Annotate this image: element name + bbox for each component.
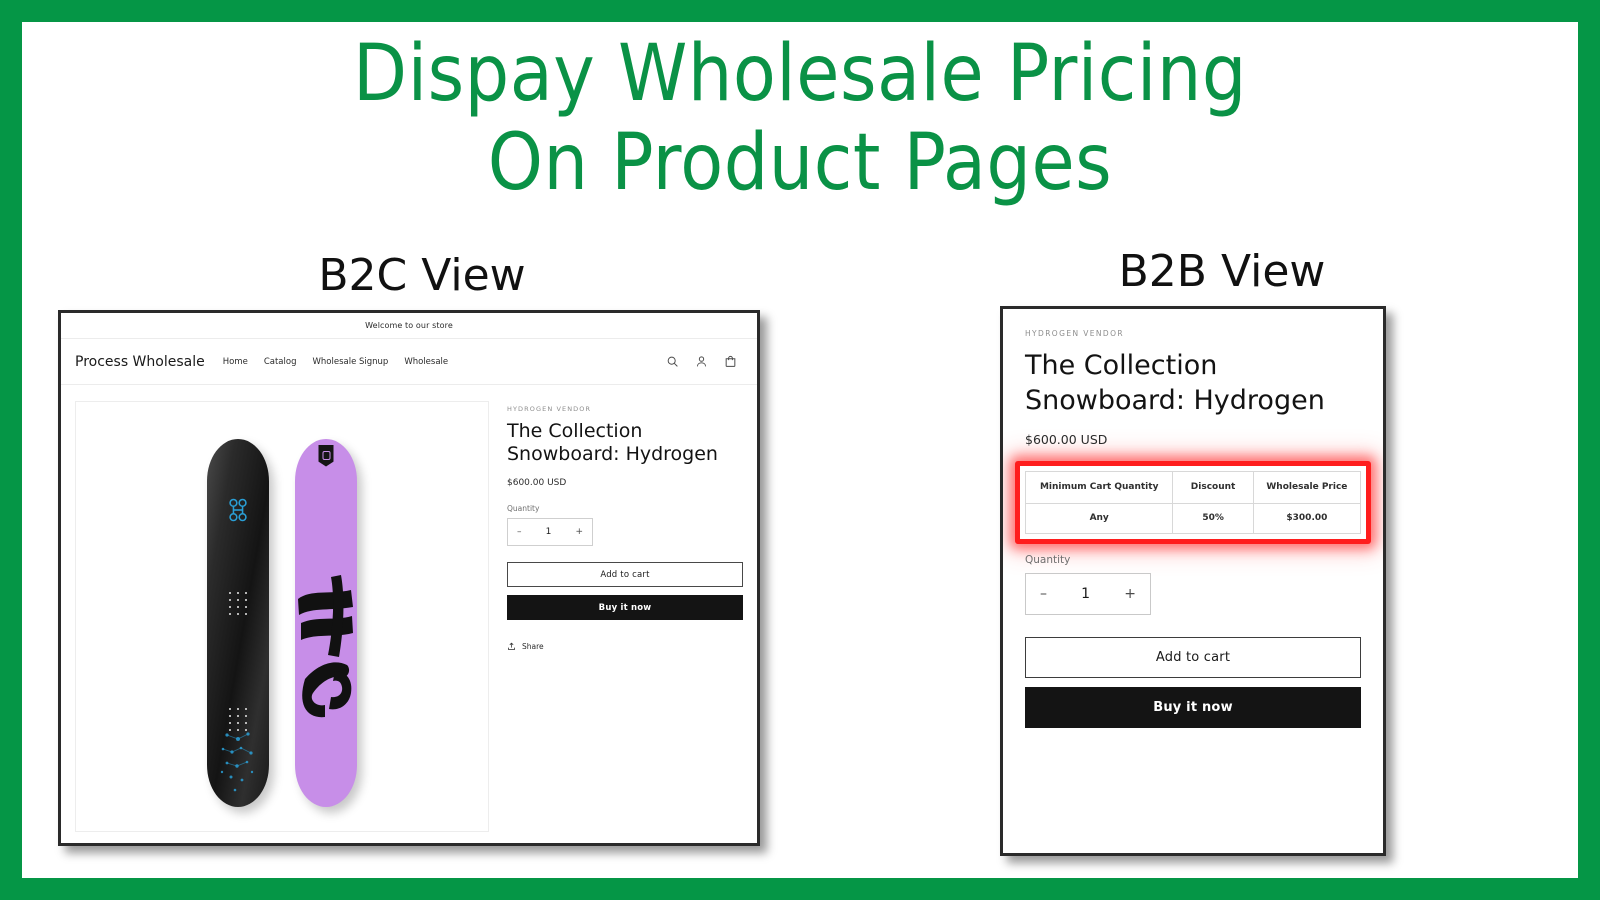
add-to-cart-button[interactable]: Add to cart [507,562,743,588]
account-icon[interactable] [695,355,708,368]
wholesale-pricing-table: Minimum Cart Quantity Discount Wholesale… [1024,471,1362,535]
product-vendor: HYDROGEN VENDOR [507,405,592,413]
product-gallery[interactable] [75,401,489,832]
particle-graphic [220,731,254,791]
board-tag [318,444,334,467]
product-price: $600.00 USD [1025,432,1108,448]
header-minimum-cart-quantity: Minimum Cart Quantity [1024,471,1174,505]
header-wholesale-price: Wholesale Price [1252,471,1362,505]
hydrogen-molecule-icon [229,498,247,521]
quantity-value[interactable]: 1 [1081,586,1090,602]
product-title: The Collection Snowboard: Hydrogen [1025,350,1325,417]
nav-item-home[interactable]: Home [223,357,248,367]
product-detail-page: HYDROGEN VENDOR The Collection Snowboard… [61,385,757,842]
quantity-increase-button[interactable]: + [575,527,583,537]
nav-item-catalog[interactable]: Catalog [264,357,297,367]
page-title: Dispay Wholesale Pricing On Product Page… [353,29,1247,208]
b2b-storefront-screenshot: HYDROGEN VENDOR The Collection Snowboard… [1000,306,1386,856]
search-icon[interactable] [666,355,679,368]
brush-artwork [298,574,353,717]
quantity-increase-button[interactable]: + [1124,586,1136,602]
buy-it-now-button[interactable]: Buy it now [1025,687,1361,729]
announcement-bar: Welcome to our store [61,313,757,339]
cart-icon[interactable] [724,355,737,368]
store-header-icons [666,355,743,368]
quantity-stepper[interactable]: – 1 + [1025,573,1151,616]
store-header: Process Wholesale Home Catalog Wholesale… [61,339,757,385]
slide-canvas: Dispay Wholesale Pricing On Product Page… [0,0,1600,900]
cell-minimum-cart-quantity: Any [1024,503,1174,535]
product-info-b2b: HYDROGEN VENDOR The Collection Snowboard… [1003,309,1383,729]
table-header-row: Minimum Cart Quantity Discount Wholesale… [1024,471,1362,505]
share-label: Share [522,642,544,652]
share-icon [508,642,515,651]
quantity-decrease-button[interactable]: – [517,527,522,537]
quantity-decrease-button[interactable]: – [1040,586,1047,602]
product-info-b2c: HYDROGEN VENDOR The Collection Snowboard… [507,401,743,832]
caption-b2c: B2C View [318,250,526,301]
table-row: Any 50% $300.00 [1024,503,1362,535]
quantity-label: Quantity [507,504,540,514]
product-vendor: HYDROGEN VENDOR [1025,329,1125,338]
header-discount: Discount [1172,471,1254,505]
b2c-storefront-screenshot: Welcome to our store Process Wholesale H… [58,310,760,846]
quantity-value[interactable]: 1 [546,527,552,537]
product-price: $600.00 USD [507,478,567,489]
mount-holes-top [227,591,249,617]
cell-wholesale-price: $300.00 [1252,503,1362,535]
caption-b2b: B2B View [1118,246,1326,297]
buy-it-now-button[interactable]: Buy it now [507,595,743,621]
store-nav: Home Catalog Wholesale Signup Wholesale [223,357,448,367]
wholesale-pricing-highlight: Minimum Cart Quantity Discount Wholesale… [1015,461,1371,545]
store-logo[interactable]: Process Wholesale [75,354,205,370]
snowboard-black-image [207,438,269,807]
quantity-label: Quantity [1025,554,1071,567]
snowboard-images [207,438,357,807]
share-button[interactable]: Share [507,642,743,651]
nav-item-wholesale[interactable]: Wholesale [404,357,448,367]
product-title: The Collection Snowboard: Hydrogen [507,420,718,466]
add-to-cart-button[interactable]: Add to cart [1025,637,1361,679]
quantity-stepper[interactable]: – 1 + [507,518,593,547]
snowboard-purple-image [295,438,357,807]
cell-discount: 50% [1172,503,1254,535]
nav-item-wholesale-signup[interactable]: Wholesale Signup [312,357,388,367]
